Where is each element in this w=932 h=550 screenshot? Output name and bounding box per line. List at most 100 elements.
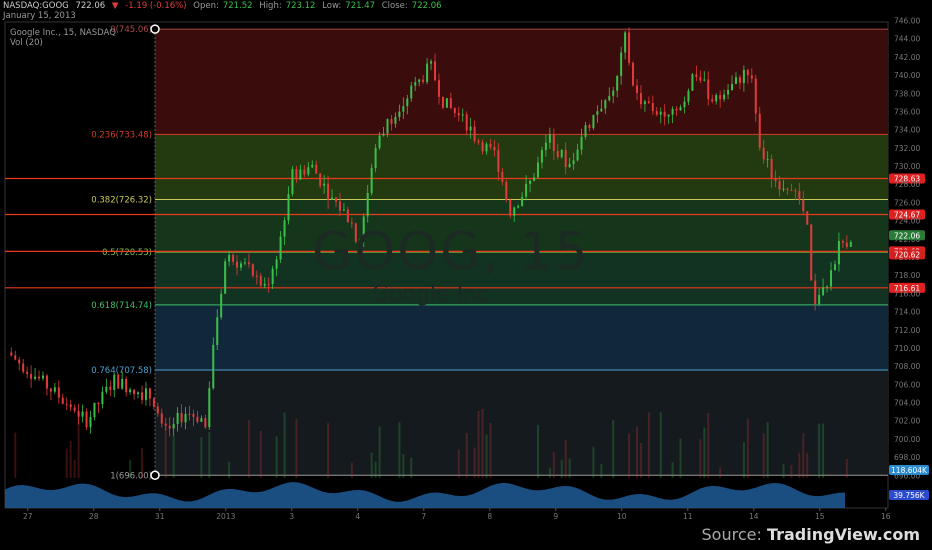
y-tick-14: 718.00 (894, 271, 920, 280)
candle-body (604, 100, 607, 109)
volume-bar (762, 433, 765, 478)
candle-body (810, 224, 813, 281)
candle-body (727, 90, 730, 95)
candle-body (655, 111, 658, 115)
candle-body (263, 283, 266, 286)
volume-bar (164, 427, 167, 478)
candle-body (802, 199, 805, 212)
candle-body (441, 96, 444, 108)
candle-body (513, 207, 516, 216)
volume-bar (172, 435, 175, 478)
price-tag-label-1: 720.62 (894, 250, 920, 259)
candle-body (14, 355, 17, 360)
volume-indicator-label[interactable]: Vol (20) (10, 38, 43, 48)
volume-bar (208, 432, 211, 478)
candle-body (620, 52, 623, 76)
volume-bar (647, 412, 650, 478)
volume-bar (798, 452, 801, 478)
candle-body (647, 101, 650, 104)
candle-body (445, 98, 448, 108)
candle-body (105, 386, 108, 392)
candle-body (437, 80, 440, 97)
volume-tag-label-0: 118.604K (891, 466, 928, 475)
high-value: 723.12 (285, 1, 316, 11)
volume-bar (247, 419, 250, 478)
candle-body (822, 287, 825, 296)
volume-bar (65, 448, 68, 478)
volume-bar (465, 433, 468, 478)
y-tick-20: 706.00 (894, 380, 920, 389)
high-label: High: (259, 1, 282, 11)
y-tick-23: 700.00 (894, 435, 920, 444)
y-tick-22: 702.00 (894, 417, 920, 426)
fib-zone-5 (155, 369, 888, 476)
y-tick-21: 704.00 (894, 399, 920, 408)
volume-bar (402, 454, 405, 478)
candle-body (69, 404, 72, 408)
fib-handle-bottom (150, 470, 160, 481)
candle-body (849, 242, 852, 247)
candle-body (635, 85, 638, 94)
candle-body (160, 413, 163, 424)
candle-body (228, 255, 231, 262)
candle-body (390, 119, 393, 124)
candle-body (184, 413, 187, 423)
candle-body (148, 388, 151, 399)
y-tick-10: 726.00 (894, 198, 920, 207)
candle-body (22, 363, 25, 372)
last-price: 722.06 (75, 1, 106, 11)
volume-bar (635, 426, 638, 478)
candle-body (671, 108, 674, 115)
volume-bar (548, 467, 551, 478)
candle-body (113, 374, 116, 390)
volume-bar (140, 447, 143, 478)
candle-body (30, 373, 33, 379)
fib-label-5: 0.764(707.58) (91, 366, 152, 376)
volume-bar (295, 419, 298, 478)
candle-body (251, 264, 254, 276)
y-tick-18: 710.00 (894, 344, 920, 353)
candle-body (616, 75, 619, 91)
candle-body (140, 392, 143, 400)
candle-body (529, 180, 532, 184)
volume-bar (818, 423, 821, 478)
y-tick-11: 724.00 (894, 217, 920, 226)
x-tick-13: 16 (881, 512, 891, 521)
volume-bar (374, 461, 377, 478)
candle-body (572, 160, 575, 164)
y-tick-3: 740.00 (894, 71, 920, 80)
candle-body (307, 167, 310, 175)
volume-bar (275, 436, 278, 478)
candle-body (540, 150, 543, 163)
candle-body (521, 196, 524, 206)
candle-body (243, 262, 246, 264)
candle-body (93, 402, 96, 418)
x-tick-4: 3 (289, 512, 294, 521)
candle-body (659, 111, 662, 115)
candle-body (576, 149, 579, 161)
volume-bar (69, 440, 72, 478)
candle-body (180, 412, 183, 423)
candle-body (556, 151, 559, 158)
candle-body (608, 95, 611, 101)
volume-bar (671, 462, 674, 478)
candle-body (457, 113, 460, 116)
candle-body (259, 275, 262, 286)
candle-body (738, 77, 741, 83)
candle-body (818, 295, 821, 304)
candle-body (410, 85, 413, 99)
source-credit: Source: TradingView.com (702, 525, 920, 544)
volume-bar (457, 449, 460, 478)
symbol-label[interactable]: NASDAQ:GOOG (3, 1, 69, 11)
y-tick-19: 708.00 (894, 362, 920, 371)
candle-body (790, 190, 793, 192)
volume-bar (481, 408, 484, 478)
candle-body (176, 412, 179, 424)
candle-body (798, 191, 801, 200)
volume-bar (600, 463, 603, 478)
source-brand[interactable]: TradingView.com (767, 525, 920, 544)
candle-body (481, 142, 484, 152)
candle-body (517, 205, 520, 208)
candle-body (224, 261, 227, 294)
fib-zone-4 (155, 304, 888, 370)
